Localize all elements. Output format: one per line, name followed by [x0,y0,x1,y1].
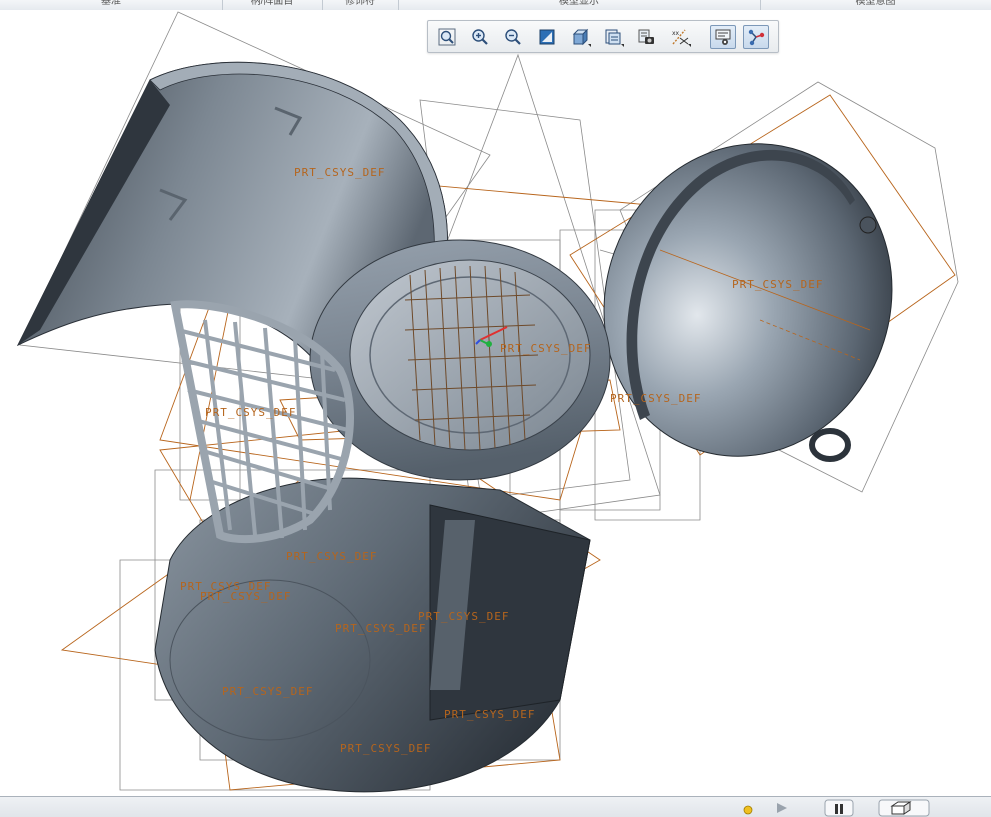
repaint-button[interactable] [534,25,560,49]
csys-label: PRT_CSYS_DEF [610,392,701,405]
status-light-icon [743,805,753,815]
zoom-in-button[interactable] [467,25,493,49]
ribbon-group-pattern[interactable]: 柄/阵面目 [222,0,323,10]
model-view[interactable]: PRT_CSYS_DEF PRT_CSYS_DEF PRT_CSYS_DEF P… [0,10,991,796]
view-toolbar: xx [427,20,779,53]
zoom-out-icon [505,29,521,45]
dropdown-indicator-icon [588,44,591,47]
status-bar [0,796,991,817]
csys-label: PRT_CSYS_DEF [335,622,426,635]
csys-label: PRT_CSYS_DEF [286,550,377,563]
view-manager-button[interactable] [633,25,659,49]
display-style-button[interactable] [567,25,593,49]
zoom-fit-button[interactable] [434,25,460,49]
view-manager-icon [638,29,654,44]
csys-label: PRT_CSYS_DEF [418,610,509,623]
center-ring [309,239,611,481]
csys-label: PRT_CSYS_DEF [340,742,431,755]
ribbon-group-datum[interactable]: 基准 [0,0,223,10]
zoom-out-button[interactable] [500,25,526,49]
csys-label: PRT_CSYS_DEF [500,342,591,355]
dropdown-indicator-icon [688,44,691,47]
dropdown-indicator-icon [621,44,624,47]
spin-center-icon [748,29,765,46]
annotation-display-icon [715,29,731,45]
saved-orientations-icon [605,29,621,45]
annotation-display-button[interactable] [710,25,736,49]
pause-icon[interactable] [824,799,854,817]
display-style-icon [572,28,589,46]
flag-icon[interactable] [774,799,790,815]
ribbon-group-model-intent[interactable]: 模型意图 [760,0,991,10]
spin-center-button[interactable] [743,25,769,49]
ribbon-group-model-display[interactable]: 模型显示 [398,0,761,10]
zoom-fit-icon [438,28,456,46]
datum-display-icon: xx [672,29,689,45]
csys-label: PRT_CSYS_DEF [294,166,385,179]
repaint-icon [539,29,555,45]
zoom-in-icon [472,29,488,45]
csys-label: PRT_CSYS_DEF [180,580,271,593]
right-dome [603,143,893,462]
saved-orientations-button[interactable] [600,25,626,49]
csys-label: PRT_CSYS_DEF [444,708,535,721]
datum-display-button[interactable]: xx [667,25,693,49]
svg-text:xx: xx [672,30,680,37]
selection-filter-icon[interactable] [878,799,930,817]
csys-label: PRT_CSYS_DEF [732,278,823,291]
csys-label: PRT_CSYS_DEF [205,406,296,419]
csys-label: PRT_CSYS_DEF [222,685,313,698]
ribbon-group-modifiers[interactable]: 修饰符 [322,0,399,10]
